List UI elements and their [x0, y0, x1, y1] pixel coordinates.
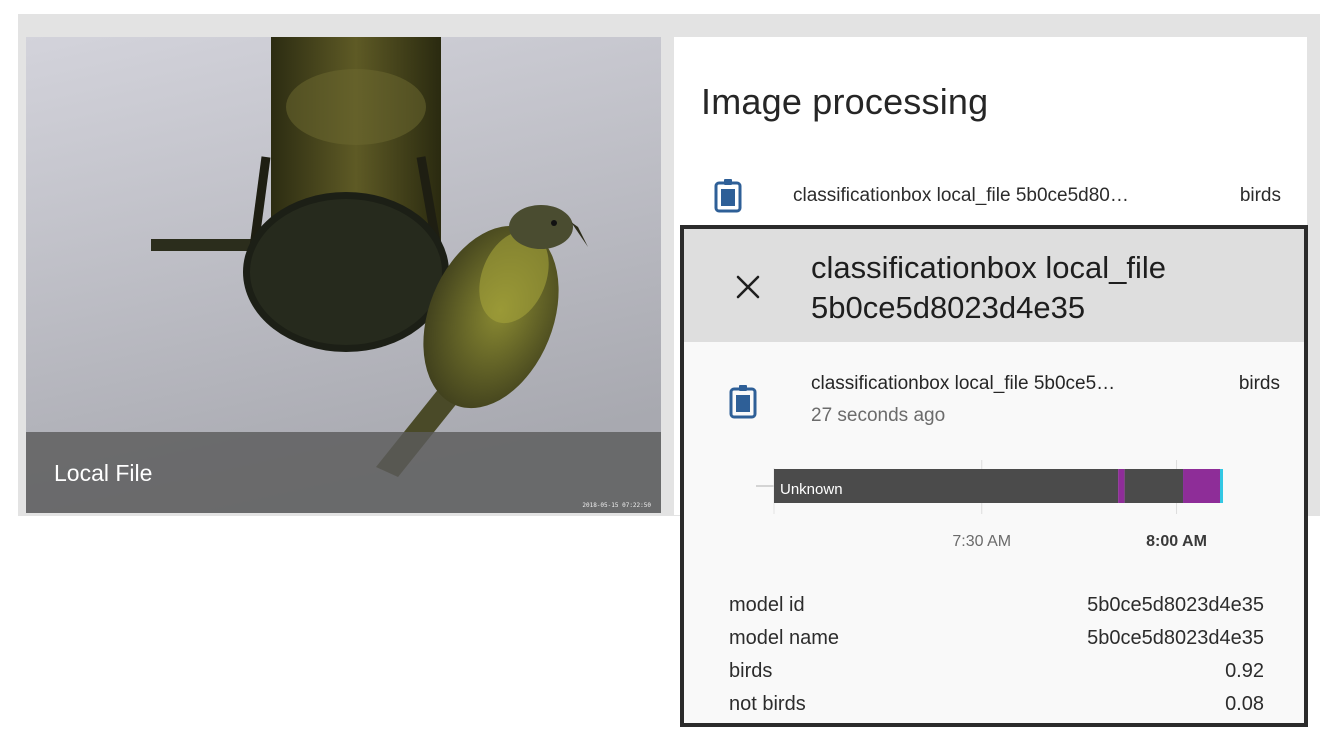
attribute-row: birds 0.92	[729, 655, 1264, 688]
camera-card[interactable]: Local File 2018-05-15 07:22:50	[26, 37, 661, 513]
timeline-state-label: Unknown	[780, 481, 843, 498]
card-title: Image processing	[701, 81, 989, 122]
clipboard-icon	[714, 179, 742, 213]
attribute-key: birds	[729, 660, 773, 682]
entity-row[interactable]: classificationbox local_file 5b0ce5d80… …	[674, 177, 1307, 217]
timeline-segment-birds[interactable]	[1183, 469, 1222, 503]
entity-state: birds	[1239, 185, 1281, 206]
attribute-value: 5b0ce5d8023d4e35	[1087, 627, 1264, 649]
timeline-segment-birds[interactable]	[1118, 469, 1125, 503]
dialog-entity-state: birds	[1238, 373, 1280, 394]
timeline-segment-end-marker	[1220, 469, 1223, 503]
timeline-segment-unknown[interactable]	[1124, 469, 1184, 503]
dialog-entity-name: classificationbox local_file 5b0ce5…	[811, 373, 1116, 394]
clipboard-icon	[729, 385, 757, 419]
dialog-entity-row[interactable]: classificationbox local_file 5b0ce5… bir…	[684, 369, 1304, 439]
attribute-row: model id 5b0ce5d8023d4e35	[729, 589, 1264, 622]
attribute-row: not birds 0.08	[729, 688, 1264, 721]
attribute-key: model id	[729, 594, 805, 616]
attribute-value: 0.08	[1225, 693, 1264, 715]
attribute-key: not birds	[729, 693, 806, 715]
attribute-value: 5b0ce5d8023d4e35	[1087, 594, 1264, 616]
last-changed: 27 seconds ago	[811, 405, 946, 426]
entity-name: classificationbox local_file 5b0ce5d80…	[793, 185, 1129, 206]
attribute-key: model name	[729, 627, 840, 649]
dialog-title: classificationbox local_file 5b0ce5d8023…	[811, 250, 1166, 325]
more-info-dialog: classificationbox local_file 5b0ce5d8023…	[680, 225, 1308, 727]
tick-label-800: 8:00 AM	[1146, 533, 1207, 550]
tick-label-730: 7:30 AM	[952, 533, 1011, 550]
dialog-header: classificationbox local_file 5b0ce5d8023…	[684, 229, 1304, 342]
attribute-list: model id 5b0ce5d8023d4e35 model name 5b0…	[729, 589, 1264, 721]
close-icon[interactable]	[730, 269, 766, 305]
camera-name: Local File	[54, 460, 153, 486]
attribute-value: 0.92	[1225, 660, 1264, 682]
attribute-row: model name 5b0ce5d8023d4e35	[729, 622, 1264, 655]
camera-timestamp: 2018-05-15 07:22:50	[582, 502, 651, 509]
state-timeline[interactable]: Unknown 7:30 AM 8:00 AM	[684, 454, 1304, 564]
